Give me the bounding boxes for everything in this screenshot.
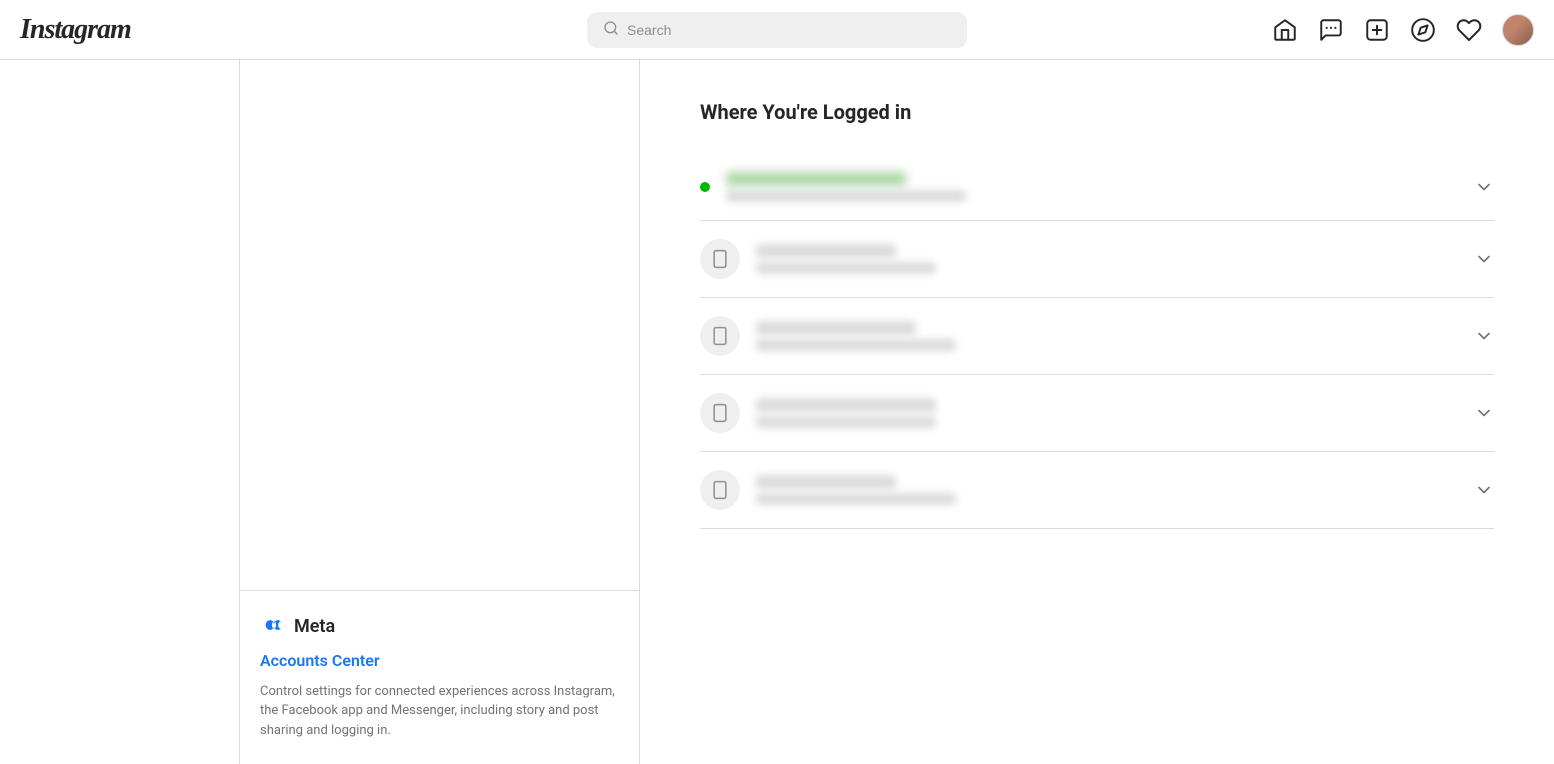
device-info <box>726 172 966 202</box>
search-bar[interactable] <box>587 12 967 48</box>
meta-brand-label: Meta <box>294 616 335 637</box>
content-area: Where You're Logged in <box>640 60 1554 764</box>
logo[interactable]: Instagram <box>20 14 525 46</box>
login-item[interactable] <box>700 452 1494 529</box>
meta-section: Meta Accounts Center Control settings fo… <box>240 590 639 764</box>
header-right <box>1029 14 1534 46</box>
login-item-left <box>700 239 936 279</box>
device-name-blurred <box>756 321 916 335</box>
expand-chevron-icon[interactable] <box>1474 480 1494 500</box>
device-detail-blurred <box>756 493 956 505</box>
device-detail-blurred <box>756 339 956 351</box>
accounts-center-link[interactable]: Accounts Center <box>260 651 619 670</box>
device-name-blurred <box>756 398 936 412</box>
section-title: Where You're Logged in <box>700 100 1494 124</box>
header-center <box>525 12 1030 48</box>
expand-chevron-icon[interactable] <box>1474 326 1494 346</box>
meta-logo: Meta <box>260 615 619 639</box>
main-layout: Meta Accounts Center Control settings fo… <box>0 60 1554 764</box>
messenger-icon[interactable] <box>1318 17 1344 43</box>
sidebar <box>0 60 240 764</box>
explore-icon[interactable] <box>1410 17 1436 43</box>
header: Instagram <box>0 0 1554 60</box>
expand-chevron-icon[interactable] <box>1474 177 1494 197</box>
login-item-left <box>700 470 956 510</box>
expand-chevron-icon[interactable] <box>1474 403 1494 423</box>
login-item-left <box>700 172 966 202</box>
login-item[interactable] <box>700 154 1494 221</box>
home-icon[interactable] <box>1272 17 1298 43</box>
device-icon <box>700 316 740 356</box>
device-info <box>756 244 936 274</box>
meta-description: Control settings for connected experienc… <box>260 682 619 741</box>
login-list <box>700 154 1494 529</box>
expand-chevron-icon[interactable] <box>1474 249 1494 269</box>
meta-logo-icon <box>260 615 288 639</box>
header-left: Instagram <box>20 14 525 46</box>
login-item[interactable] <box>700 221 1494 298</box>
device-detail-blurred <box>726 190 966 202</box>
device-icon <box>700 239 740 279</box>
login-item-left <box>700 393 936 433</box>
avatar[interactable] <box>1502 14 1534 46</box>
device-info <box>756 475 956 505</box>
active-status-dot <box>700 182 710 192</box>
left-panel: Meta Accounts Center Control settings fo… <box>240 60 640 764</box>
device-detail-blurred <box>756 262 936 274</box>
device-name-blurred <box>756 475 896 489</box>
device-name-blurred <box>756 244 896 258</box>
search-input[interactable] <box>627 22 951 38</box>
device-info <box>756 398 936 428</box>
create-icon[interactable] <box>1364 17 1390 43</box>
device-name-blurred <box>726 172 906 186</box>
login-item[interactable] <box>700 375 1494 452</box>
likes-icon[interactable] <box>1456 17 1482 43</box>
device-icon <box>700 393 740 433</box>
login-item[interactable] <box>700 298 1494 375</box>
device-icon <box>700 470 740 510</box>
device-info <box>756 321 956 351</box>
device-detail-blurred <box>756 416 936 428</box>
login-item-left <box>700 316 956 356</box>
search-icon <box>603 20 619 40</box>
